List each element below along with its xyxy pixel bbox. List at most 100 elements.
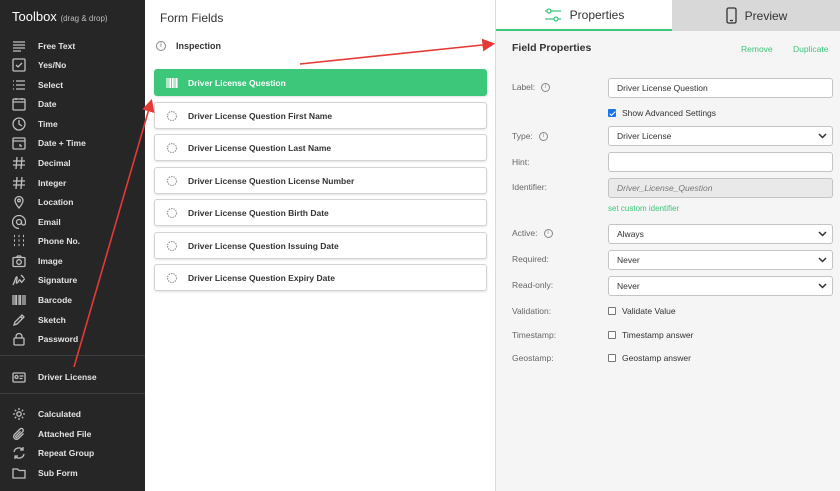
info-icon: i: [538, 131, 548, 141]
label-input[interactable]: Driver License Question: [608, 78, 833, 98]
checkbox-unchecked[interactable]: [608, 354, 616, 362]
calendar-icon: [0, 97, 26, 111]
toolbox-divider: [0, 355, 145, 356]
at-icon: [0, 215, 26, 229]
toolbox-item-label: Attached File: [38, 429, 92, 439]
required-select[interactable]: Never: [608, 250, 833, 270]
checkbox-unchecked[interactable]: [608, 331, 616, 339]
toolbox-item-image[interactable]: Image: [0, 251, 145, 271]
toolbox-item-label: Email: [38, 217, 61, 227]
field-card-birth-date[interactable]: Driver License Question Birth Date: [154, 199, 487, 226]
gear-icon: [155, 142, 188, 154]
checkbox-icon: [0, 58, 26, 72]
toolbox-item-barcode[interactable]: Barcode: [0, 290, 145, 310]
checkbox-checked[interactable]: [608, 109, 616, 117]
toolbox-item-label: Free Text: [38, 41, 76, 51]
toolbox-item-date[interactable]: Date: [0, 94, 145, 114]
readonly-field-label: Read-only:: [512, 280, 554, 290]
toolbox-item-email[interactable]: Email: [0, 212, 145, 232]
toolbox-item-label: Sketch: [38, 315, 66, 325]
readonly-select[interactable]: Never: [608, 276, 833, 296]
toolbox-title: Toolbox (drag & drop): [12, 9, 108, 24]
required-field-label: Required:: [512, 254, 549, 264]
toolbox-item-time[interactable]: Time: [0, 114, 145, 134]
toolbox-item-repeat-group[interactable]: Repeat Group: [0, 443, 145, 463]
inspection-root[interactable]: i Inspection: [156, 41, 221, 51]
camera-icon: [0, 254, 26, 268]
gear-icon: [155, 175, 188, 187]
toolbox-item-label: Time: [38, 119, 58, 129]
toolbox-item-attached-file[interactable]: Attached File: [0, 424, 145, 444]
field-card-license-number[interactable]: Driver License Question License Number: [154, 167, 487, 194]
type-select[interactable]: Driver License: [608, 126, 833, 146]
field-card-label: Driver License Question First Name: [188, 110, 333, 121]
field-card-first-name[interactable]: Driver License Question First Name: [154, 102, 487, 129]
info-icon: i: [541, 82, 551, 92]
field-card-label: Driver License Question License Number: [188, 175, 355, 186]
toolbox-item-label: Date: [38, 99, 57, 109]
barcode-icon: [155, 77, 188, 89]
form-fields-title: Form Fields: [160, 11, 224, 25]
toolbox-item-label: Calculated: [38, 409, 81, 419]
show-advanced-checkbox[interactable]: Show Advanced Settings: [608, 108, 716, 118]
toolbox-item-driver-license[interactable]: Driver License: [0, 367, 145, 387]
toolbox-item-location[interactable]: Location: [0, 192, 145, 212]
validate-value-checkbox[interactable]: Validate Value: [608, 306, 676, 316]
identifier-input: Driver_License_Question: [608, 178, 833, 198]
gear-icon: [155, 240, 188, 252]
timestamp-checkbox[interactable]: Timestamp answer: [608, 330, 693, 340]
lock-icon: [0, 332, 26, 346]
toolbox-item-decimal[interactable]: Decimal: [0, 153, 145, 173]
remove-button[interactable]: Remove: [741, 44, 773, 54]
sliders-icon: [544, 7, 561, 22]
field-card-label: Driver License Question Last Name: [188, 142, 332, 153]
toolbox-item-sketch[interactable]: Sketch: [0, 310, 145, 330]
tab-preview[interactable]: Preview: [672, 0, 840, 31]
field-card-issuing-date[interactable]: Driver License Question Issuing Date: [154, 232, 487, 259]
toolbox-item-date-time[interactable]: Date + Time: [0, 133, 145, 153]
checkbox-unchecked[interactable]: [608, 307, 616, 315]
identifier-field-label: Identifier:: [512, 182, 547, 192]
toolbox-item-password[interactable]: Password: [0, 329, 145, 349]
toolbox-item-label: Signature: [38, 275, 78, 285]
toolbox-item-phone[interactable]: Phone No.: [0, 231, 145, 251]
toolbox-item-label: Barcode: [38, 295, 73, 305]
tab-properties-label: Properties: [569, 7, 625, 22]
gear-icon: [155, 207, 188, 219]
toolbox-item-free-text[interactable]: Free Text: [0, 36, 145, 56]
tab-properties[interactable]: Properties: [496, 0, 672, 31]
folder-icon: [0, 466, 26, 480]
geostamp-checkbox[interactable]: Geostamp answer: [608, 353, 691, 363]
list-icon: [0, 78, 26, 92]
tab-preview-label: Preview: [744, 8, 788, 23]
duplicate-button[interactable]: Duplicate: [793, 44, 828, 54]
calendar-clock-icon: [0, 136, 26, 150]
set-custom-identifier-link[interactable]: set custom identifier: [608, 204, 679, 213]
hint-field-label: Hint:: [512, 157, 530, 167]
pencil-icon: [0, 313, 26, 327]
toolbox-item-sub-form[interactable]: Sub Form: [0, 463, 145, 483]
id-card-icon: [0, 370, 26, 384]
text-lines-icon: [0, 39, 26, 53]
toolbox-item-signature[interactable]: Signature: [0, 270, 145, 290]
toolbox-item-label: Repeat Group: [38, 448, 95, 458]
toolbox-item-integer[interactable]: Integer: [0, 173, 145, 193]
toolbox-item-select[interactable]: Select: [0, 75, 145, 95]
active-select[interactable]: Always: [608, 224, 833, 244]
keypad-icon: [0, 234, 26, 248]
toolbox-item-calculated[interactable]: Calculated: [0, 404, 145, 424]
hint-input[interactable]: [608, 152, 833, 172]
toolbox-item-label: Password: [38, 334, 79, 344]
phone-icon: [726, 7, 737, 24]
chevron-down-icon: [818, 257, 827, 263]
properties-panel: Properties Preview Field Properties Remo…: [495, 0, 840, 491]
field-card-driver-license-question[interactable]: Driver License Question: [154, 69, 487, 96]
toolbox-item-yes-no[interactable]: Yes/No: [0, 55, 145, 75]
toolbox-item-label: Sub Form: [38, 468, 78, 478]
location-pin-icon: [0, 195, 26, 209]
field-card-last-name[interactable]: Driver License Question Last Name: [154, 134, 487, 161]
gear-icon: [155, 272, 188, 284]
info-icon: i: [156, 41, 166, 51]
info-icon: i: [543, 228, 553, 238]
field-card-expiry-date[interactable]: Driver License Question Expiry Date: [154, 264, 487, 291]
